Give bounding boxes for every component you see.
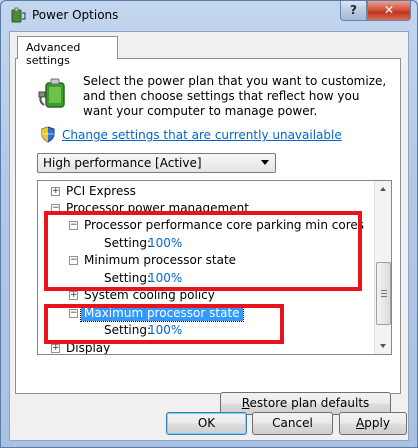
annotation-highlight-box bbox=[44, 211, 362, 291]
power-plan-selected-value: High performance [Active] bbox=[43, 156, 202, 170]
restore-accelerator: R bbox=[241, 396, 250, 410]
power-options-window: Power Options ? ✕ Advanced settings Sele… bbox=[0, 0, 418, 448]
expand-icon[interactable]: + bbox=[69, 291, 78, 300]
tab-advanced-settings[interactable]: Advanced settings bbox=[17, 36, 118, 67]
tab-panel: Select the power plan that you want to c… bbox=[15, 58, 401, 415]
uac-shield-icon bbox=[41, 126, 55, 143]
annotation-highlight-box bbox=[44, 304, 284, 344]
power-plan-dropdown[interactable]: High performance [Active] bbox=[37, 153, 276, 173]
grip-line bbox=[381, 290, 387, 291]
grip-line bbox=[381, 293, 387, 294]
change-settings-link[interactable]: Change settings that are currently unava… bbox=[62, 128, 342, 142]
tree-item-pci-express[interactable]: + PCI Express bbox=[38, 183, 375, 201]
power-options-app-icon bbox=[11, 7, 26, 23]
expand-icon[interactable]: + bbox=[51, 187, 60, 196]
ok-button[interactable]: OK bbox=[166, 412, 247, 435]
scroll-up-icon bbox=[380, 187, 386, 191]
power-plan-icon bbox=[38, 78, 65, 108]
window-title: Power Options bbox=[32, 8, 119, 22]
tree-vertical-scrollbar[interactable] bbox=[374, 181, 391, 354]
expand-icon[interactable]: + bbox=[51, 344, 60, 353]
dialog-client-area: Advanced settings Select the power plan … bbox=[9, 31, 409, 441]
scrollbar-thumb[interactable] bbox=[376, 262, 391, 325]
chevron-down-icon bbox=[261, 160, 269, 165]
restore-label: estore plan defaults bbox=[249, 396, 370, 410]
scroll-down-button[interactable] bbox=[375, 337, 391, 354]
scroll-down-icon bbox=[380, 344, 386, 348]
close-button[interactable]: ✕ bbox=[367, 1, 411, 21]
intro-text: Select the power plan that you want to c… bbox=[83, 74, 387, 118]
cancel-button[interactable]: Cancel bbox=[252, 412, 333, 435]
grip-line bbox=[381, 296, 387, 297]
tree-item-label: PCI Express bbox=[66, 184, 136, 198]
apply-label: pply bbox=[364, 416, 390, 430]
apply-button[interactable]: Apply bbox=[339, 412, 407, 435]
scroll-up-button[interactable] bbox=[375, 181, 391, 198]
help-button[interactable]: ? bbox=[340, 1, 367, 21]
title-bar[interactable]: Power Options ? ✕ bbox=[1, 1, 417, 31]
